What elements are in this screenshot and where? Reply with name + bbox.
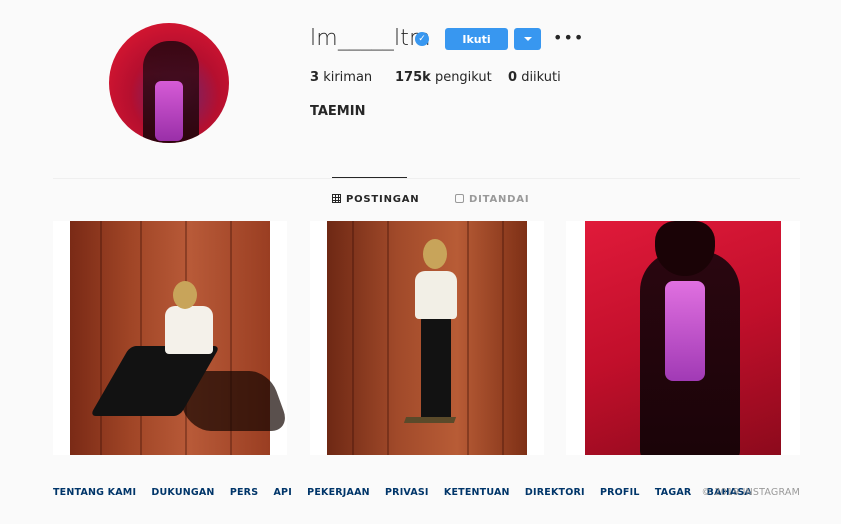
suggestions-dropdown-button[interactable] bbox=[514, 28, 541, 50]
tab-tagged[interactable]: DITANDAI bbox=[455, 194, 529, 205]
copyright: © 2019 INSTAGRAM bbox=[701, 487, 800, 498]
divider bbox=[53, 178, 800, 179]
profile-username: lm_____ltm bbox=[310, 26, 431, 51]
follow-button[interactable]: Ikuti bbox=[445, 28, 508, 50]
following-stat[interactable]: 0 diikuti bbox=[508, 70, 561, 85]
posts-count: 3 bbox=[310, 70, 320, 85]
followers-label: pengikut bbox=[434, 70, 492, 85]
footer-link-api[interactable]: API bbox=[273, 487, 291, 498]
active-tab-indicator bbox=[332, 177, 407, 178]
post-thumbnail[interactable] bbox=[53, 221, 287, 455]
footer-link-about[interactable]: TENTANG KAMI bbox=[53, 487, 136, 498]
posts-stat: 3 kiriman bbox=[310, 70, 372, 85]
tab-tagged-label: DITANDAI bbox=[469, 194, 530, 205]
post-thumbnail[interactable] bbox=[566, 221, 800, 455]
footer-link-terms[interactable]: KETENTUAN bbox=[444, 487, 510, 498]
tab-posts[interactable]: POSTINGAN bbox=[332, 194, 419, 205]
grid-icon bbox=[332, 194, 341, 203]
tagged-icon bbox=[455, 194, 464, 203]
footer-link-directory[interactable]: DIREKTORI bbox=[525, 487, 585, 498]
footer-link-privacy[interactable]: PRIVASI bbox=[385, 487, 429, 498]
followers-count: 175k bbox=[395, 70, 431, 85]
following-count: 0 bbox=[508, 70, 518, 85]
footer-link-profiles[interactable]: PROFIL bbox=[600, 487, 640, 498]
profile-full-name: TAEMIN bbox=[310, 104, 366, 119]
post-thumbnail[interactable] bbox=[310, 221, 544, 455]
profile-avatar[interactable] bbox=[109, 23, 229, 143]
verified-badge-icon: ✓ bbox=[415, 32, 429, 46]
more-options-icon[interactable]: ••• bbox=[553, 28, 584, 47]
post-image bbox=[585, 221, 781, 455]
avatar-shirt bbox=[155, 81, 183, 141]
following-label: diikuti bbox=[521, 70, 561, 85]
footer-link-hashtags[interactable]: TAGAR bbox=[655, 487, 692, 498]
footer-link-support[interactable]: DUKUNGAN bbox=[151, 487, 214, 498]
footer-link-press[interactable]: PERS bbox=[230, 487, 258, 498]
footer-links: TENTANG KAMI DUKUNGAN PERS API PEKERJAAN… bbox=[53, 487, 764, 498]
footer-link-jobs[interactable]: PEKERJAAN bbox=[307, 487, 370, 498]
post-image bbox=[70, 221, 287, 455]
followers-stat[interactable]: 175k pengikut bbox=[395, 70, 492, 85]
post-image bbox=[327, 221, 527, 455]
chevron-down-icon bbox=[524, 37, 532, 41]
tab-posts-label: POSTINGAN bbox=[346, 194, 420, 205]
posts-label: kiriman bbox=[323, 70, 373, 85]
